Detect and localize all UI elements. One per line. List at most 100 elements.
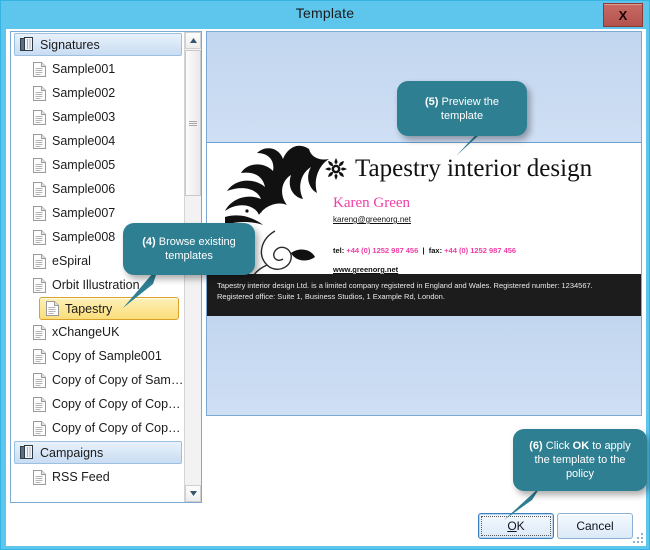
document-icon — [33, 205, 46, 221]
tree-item-campaigns[interactable]: Campaigns — [14, 441, 182, 464]
tree-item-signatures[interactable]: Signatures — [14, 33, 182, 56]
document-icon — [33, 372, 46, 388]
callout-4-body: Browse existing templates — [155, 236, 236, 262]
document-icon — [33, 229, 46, 245]
tree-item-sample002[interactable]: Sample002 — [11, 81, 185, 105]
document-icon — [33, 420, 46, 436]
callout-6-body: Click — [542, 440, 573, 452]
tree-item-rss-feed[interactable]: RSS Feed — [11, 465, 185, 489]
document-icon — [33, 253, 46, 269]
contact-email[interactable]: kareng@greenorg.net — [333, 215, 411, 224]
close-button[interactable]: X — [603, 3, 643, 27]
folder-icon — [20, 445, 34, 460]
phone-separator: | — [422, 246, 425, 255]
cancel-button[interactable]: Cancel — [557, 513, 633, 539]
callout-4-step: (4) — [142, 236, 156, 248]
tree-item-copy-of-sample001[interactable]: Copy of Sample001 — [11, 344, 185, 368]
contact-phone-line: tel: +44 (0) 1252 987 456 | fax: +44 (0)… — [333, 246, 516, 255]
tree-item-sample005[interactable]: Sample005 — [11, 153, 185, 177]
document-icon — [33, 85, 46, 101]
tree-item-label: Copy of Copy of Copy of... — [52, 397, 185, 411]
callout-step-4: (4) Browse existing templates — [123, 223, 255, 275]
tree-item-label: Sample002 — [52, 86, 116, 100]
scroll-down-button[interactable] — [185, 485, 201, 502]
title-bar: Template X — [1, 1, 649, 29]
callout-6-text: (6) Click OK to apply the template to th… — [522, 439, 638, 481]
document-icon — [46, 301, 59, 316]
tree-item-label: Campaigns — [40, 445, 104, 460]
document-icon — [33, 157, 46, 173]
tree-item-sample004[interactable]: Sample004 — [11, 129, 185, 153]
close-icon: X — [618, 7, 628, 23]
document-icon — [33, 396, 46, 412]
callout-4-text: (4) Browse existing templates — [132, 235, 246, 263]
tree-item-copy-of-copy-of-copy-of[interactable]: Copy of Copy of Copy of... — [11, 416, 185, 440]
document-icon — [33, 253, 46, 269]
document-icon — [33, 85, 46, 101]
document-icon — [33, 109, 46, 125]
tree-item-label: Copy of Copy of Sample0... — [52, 373, 185, 387]
scroll-up-button[interactable] — [185, 32, 201, 49]
document-icon — [33, 205, 46, 221]
resize-grip-icon[interactable] — [631, 531, 643, 543]
scrollbar-thumb[interactable] — [185, 50, 201, 196]
document-icon — [33, 469, 46, 485]
tree-item-sample006[interactable]: Sample006 — [11, 177, 185, 201]
signature-preview-canvas: Tapestry interior design Karen Green kar… — [207, 143, 641, 316]
document-icon — [33, 157, 46, 173]
tree-item-label: xChangeUK — [52, 325, 120, 339]
document-icon — [33, 372, 46, 388]
tel-value: +44 (0) 1252 987 456 — [346, 246, 419, 255]
tree-item-label: Sample004 — [52, 134, 116, 148]
preview-bottom-band — [207, 315, 641, 415]
document-icon — [33, 348, 46, 364]
tree-item-label: RSS Feed — [52, 470, 110, 484]
fax-label: fax: — [428, 246, 443, 255]
document-icon — [33, 420, 46, 436]
tree-item-sample003[interactable]: Sample003 — [11, 105, 185, 129]
document-icon — [33, 133, 46, 149]
chevron-down-icon — [189, 491, 197, 496]
scrollbar-grip-icon — [189, 120, 197, 127]
tree-item-label: Copy of Copy of Copy of... — [52, 421, 185, 435]
tree-item-copy-of-copy-of-copy-of[interactable]: Copy of Copy of Copy of... — [11, 392, 185, 416]
cancel-button-label: Cancel — [576, 519, 614, 533]
callout-step-6: (6) Click OK to apply the template to th… — [513, 429, 647, 491]
tree-item-sample001[interactable]: Sample001 — [11, 57, 185, 81]
folder-icon — [20, 445, 33, 459]
callout-5-step: (5) — [425, 95, 439, 108]
window-title: Template — [295, 5, 355, 21]
tree-item-label: Sample007 — [52, 206, 116, 220]
document-icon — [33, 181, 46, 197]
fax-value: +44 (0) 1252 987 456 — [444, 246, 517, 255]
document-icon — [33, 277, 46, 293]
contact-name: Karen Green — [333, 195, 411, 211]
tree-item-label: Sample006 — [52, 182, 116, 196]
tree-item-label: Tapestry — [65, 301, 113, 316]
callout-5-text: (5) Preview the template — [406, 95, 518, 123]
tree-item-label: Signatures — [40, 37, 100, 52]
tree-item-label: Sample003 — [52, 110, 116, 124]
tree-item-copy-of-copy-of-sample0[interactable]: Copy of Copy of Sample0... — [11, 368, 185, 392]
tree-item-label: Sample005 — [52, 158, 116, 172]
document-icon — [33, 277, 46, 293]
callout-5-body: Preview the template — [438, 95, 499, 122]
tree-item-label: eSpiral — [52, 254, 91, 268]
tree-item-sample007[interactable]: Sample007 — [11, 201, 185, 225]
callout-tail-ok — [504, 486, 541, 520]
document-icon — [33, 61, 46, 77]
document-icon — [33, 324, 46, 340]
tree-item-xchangeuk[interactable]: xChangeUK — [11, 320, 185, 344]
folder-icon — [20, 37, 33, 51]
contact-website[interactable]: www.greenorg.net — [333, 265, 398, 274]
tree-item-label: Copy of Sample001 — [52, 349, 162, 363]
document-icon — [46, 301, 59, 316]
template-dialog: Template X Signatures Sample001 Sample002 S… — [0, 0, 650, 550]
document-icon — [33, 229, 46, 245]
document-icon — [33, 348, 46, 364]
tree-item-label: Sample001 — [52, 62, 116, 76]
callout-6-bold: OK — [572, 440, 590, 452]
callout-6-step: (6) — [529, 440, 543, 452]
document-icon — [33, 61, 46, 77]
document-icon — [33, 469, 46, 485]
